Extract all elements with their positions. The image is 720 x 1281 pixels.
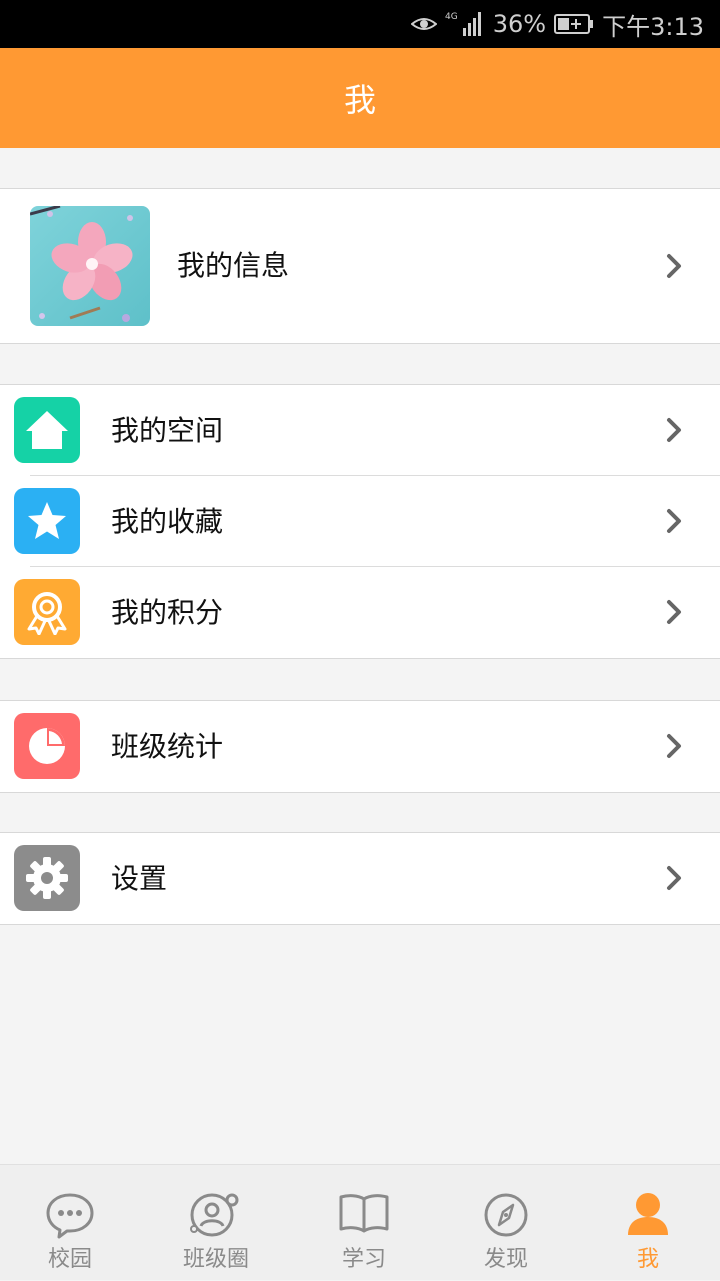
tab-class-circle[interactable]: 班级圈 [146,1165,286,1281]
compass-icon [484,1193,528,1237]
status-bar: 4G 36% 下午3:13 [0,0,720,48]
chevron-right-icon [667,734,681,758]
home-icon [14,397,80,463]
chevron-right-icon [667,254,681,278]
menu-item-label: 我的空间 [111,414,224,447]
menu-item-label: 班级统计 [111,730,224,763]
chevron-right-icon [667,866,681,890]
eye-icon [410,18,437,30]
chevron-right-icon [667,509,681,533]
status-indicators: 4G 36% 下午3:13 [410,0,704,48]
menu-item-my-favorites[interactable]: 我的收藏 [0,476,720,567]
battery-percent: 36% [492,10,547,38]
tab-label: 学习 [341,1247,386,1272]
chevron-right-icon [667,418,681,442]
menu-item-settings[interactable]: 设置 [0,833,720,924]
menu-group-class: 班级统计 [0,700,720,793]
network-type-label: 4G [445,12,458,22]
avatar [30,206,150,326]
status-time: 下午3:13 [602,12,704,41]
tab-label: 班级圈 [182,1247,249,1272]
gear-icon [14,845,80,911]
signal-icon: 4G [445,12,481,36]
chevron-right-icon [667,600,681,624]
menu-item-my-points[interactable]: 我的积分 [0,567,720,658]
star-icon [14,488,80,554]
menu-item-label: 设置 [111,862,168,895]
page-title: 我 [343,81,376,119]
tab-label: 我 [636,1247,659,1272]
menu-item-my-space[interactable]: 我的空间 [0,385,720,476]
app-header: 我 [0,48,720,148]
profile-row[interactable]: 我的信息 [0,189,720,343]
chat-bubble-icon [46,1193,94,1239]
tab-campus[interactable]: 校园 [0,1165,140,1281]
group-icon [190,1193,239,1237]
badge-icon [14,579,80,645]
menu-item-label: 我的收藏 [111,505,224,538]
battery-icon [554,14,594,34]
tab-label: 发现 [483,1247,528,1272]
pie-chart-icon [14,713,80,779]
book-icon [339,1194,389,1233]
menu-item-label: 我的积分 [111,596,224,629]
tab-me[interactable]: 我 [578,1165,718,1281]
person-icon [628,1193,668,1235]
profile-label: 我的信息 [177,249,290,282]
bottom-tab-bar: 校园 班级圈 学习 发现 我 [0,1164,720,1280]
tab-label: 校园 [47,1247,92,1272]
profile-group: 我的信息 [0,188,720,344]
tab-study[interactable]: 学习 [294,1165,434,1281]
menu-group-personal: 我的空间 我的收藏 我的积分 [0,384,720,659]
tab-discover[interactable]: 发现 [436,1165,576,1281]
menu-group-settings: 设置 [0,832,720,925]
menu-item-class-statistics[interactable]: 班级统计 [0,701,720,792]
